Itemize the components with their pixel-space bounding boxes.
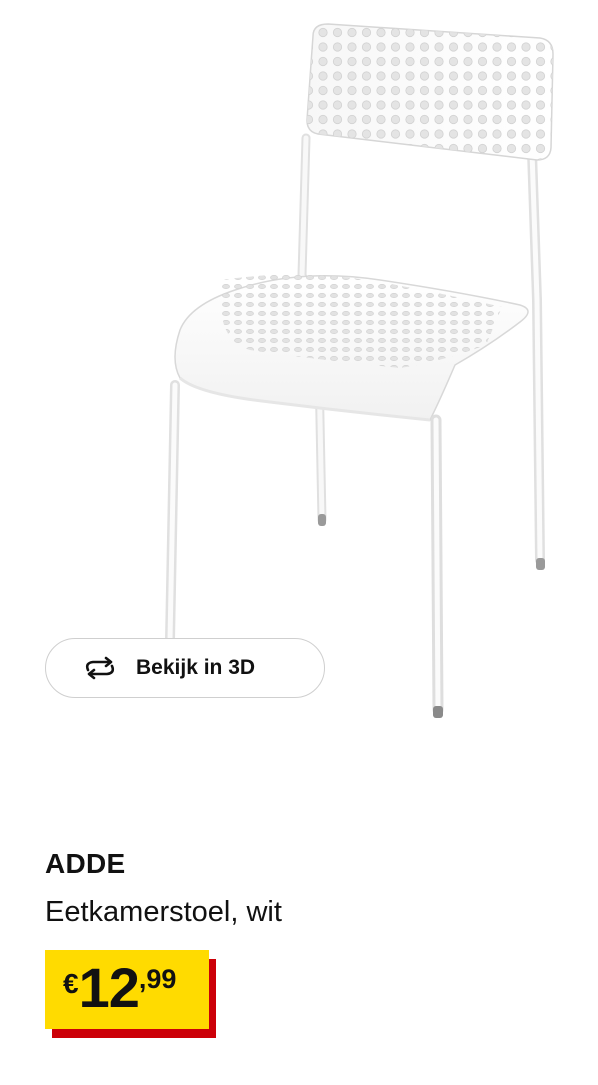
rotate-3d-icon xyxy=(80,655,120,681)
price-integer: 12 xyxy=(78,956,140,1019)
view-in-3d-label: Bekijk in 3D xyxy=(136,656,256,679)
chair-seat xyxy=(174,274,529,422)
price-tag: € 12 ,99 xyxy=(45,950,216,1038)
price-decimals: ,99 xyxy=(138,964,177,994)
price-currency: € xyxy=(63,968,79,999)
product-name: ADDE xyxy=(45,848,126,879)
chair-backrest xyxy=(306,23,554,161)
product-description: Eetkamerstoel, wit xyxy=(45,896,282,928)
product-image[interactable]: Bekijk in 3D xyxy=(0,0,598,790)
view-in-3d-button[interactable]: Bekijk in 3D xyxy=(45,638,325,698)
price: € 12 ,99 xyxy=(63,956,176,1016)
